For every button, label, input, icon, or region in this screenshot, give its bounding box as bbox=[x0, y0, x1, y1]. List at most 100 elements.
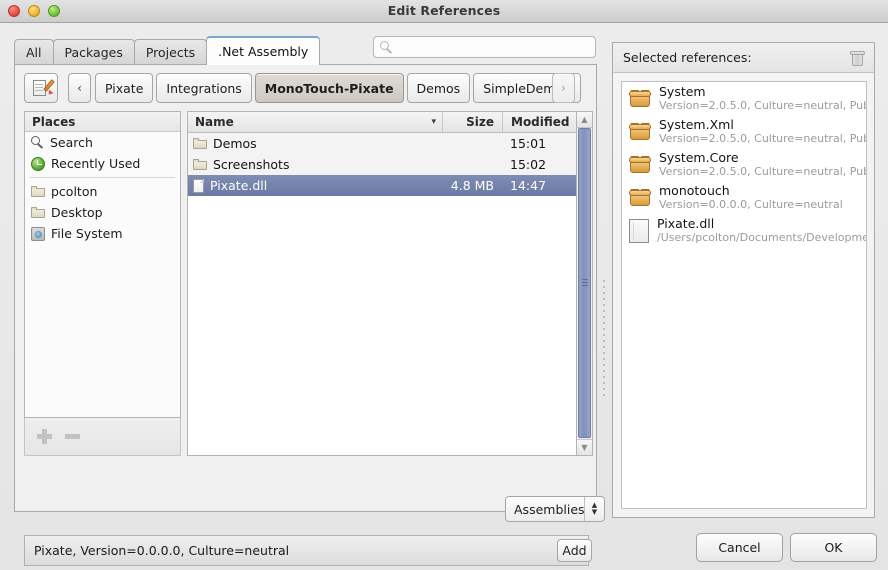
file-modified: 15:02 bbox=[510, 157, 547, 172]
file-type-filter-value: Assemblies bbox=[514, 501, 585, 517]
column-header-modified[interactable]: Modified bbox=[502, 112, 576, 132]
table-row[interactable]: Pixate.dll 4.8 MB 14:47 bbox=[188, 175, 576, 196]
selected-references-list: System Version=2.0.5.0, Culture=neutral,… bbox=[621, 81, 867, 509]
file-name: Pixate.dll bbox=[210, 178, 268, 193]
places-item-search[interactable]: Search bbox=[25, 132, 180, 153]
places-item-label: Desktop bbox=[51, 205, 103, 220]
breadcrumb-bar: ‹ Pixate Integrations MonoTouch-Pixate D… bbox=[15, 65, 596, 111]
add-place-button[interactable] bbox=[37, 429, 52, 444]
pencil-edit-icon bbox=[32, 79, 55, 97]
selected-references-header: Selected references: bbox=[613, 43, 874, 73]
breadcrumb-item-integrations[interactable]: Integrations bbox=[156, 73, 252, 103]
scroll-up-icon[interactable]: ▲ bbox=[577, 112, 592, 128]
chevron-updown-icon: ▲ ▼ bbox=[584, 497, 604, 521]
table-row[interactable]: Screenshots 15:02 bbox=[188, 154, 576, 175]
reference-name: System.Core bbox=[659, 151, 739, 165]
list-item[interactable]: monotouch Version=0.0.0.0, Culture=neutr… bbox=[622, 181, 866, 214]
remove-place-button[interactable] bbox=[65, 434, 80, 439]
search-field[interactable] bbox=[373, 36, 596, 58]
ok-button[interactable]: OK bbox=[790, 533, 877, 562]
column-header-name[interactable]: Name ▾ bbox=[188, 112, 442, 132]
places-divider bbox=[30, 177, 175, 178]
file-list-scrollbar[interactable]: ▲ ▼ bbox=[577, 111, 593, 456]
breadcrumb-prev-button[interactable]: ‹ bbox=[68, 73, 91, 103]
folder-icon bbox=[193, 138, 207, 149]
package-icon bbox=[628, 90, 652, 107]
reference-name: System.Xml bbox=[659, 118, 734, 132]
file-list: Name ▾ Size Modified Demos 15:01 Screens… bbox=[187, 111, 577, 456]
search-icon bbox=[380, 40, 393, 54]
add-button[interactable]: Add bbox=[557, 539, 592, 562]
window-title: Edit References bbox=[387, 3, 501, 18]
search-input[interactable] bbox=[398, 39, 592, 55]
places-item-label: Recently Used bbox=[51, 156, 141, 171]
reference-name: System bbox=[659, 85, 706, 99]
file-list-header: Name ▾ Size Modified bbox=[188, 112, 576, 133]
file-name: Demos bbox=[213, 136, 257, 151]
breadcrumb-next-button[interactable]: › bbox=[552, 73, 575, 103]
folder-icon bbox=[193, 159, 207, 170]
reference-name: Pixate.dll bbox=[657, 217, 715, 231]
list-item[interactable]: System.Core Version=2.0.5.0, Culture=neu… bbox=[622, 148, 866, 181]
status-text: Pixate, Version=0.0.0.0, Culture=neutral bbox=[34, 543, 290, 558]
file-size: 4.8 MB bbox=[450, 178, 494, 193]
package-icon bbox=[628, 156, 652, 173]
file-icon bbox=[629, 218, 649, 243]
file-icon bbox=[193, 178, 204, 193]
status-bar: Pixate, Version=0.0.0.0, Culture=neutral bbox=[24, 535, 589, 566]
places-footer bbox=[24, 418, 181, 456]
breadcrumb: Pixate Integrations MonoTouch-Pixate Dem… bbox=[95, 73, 584, 103]
reference-detail: Version=2.0.5.0, Culture=neutral, Public… bbox=[659, 99, 866, 112]
breadcrumb-item-monotouch-pixate[interactable]: MonoTouch-Pixate bbox=[254, 73, 404, 103]
package-icon bbox=[628, 123, 652, 140]
file-browser-panel: ‹ Pixate Integrations MonoTouch-Pixate D… bbox=[14, 64, 605, 566]
breadcrumb-item-pixate[interactable]: Pixate bbox=[95, 73, 154, 103]
cancel-button[interactable]: Cancel bbox=[696, 533, 783, 562]
tab-projects[interactable]: Projects bbox=[133, 39, 208, 65]
reference-detail: Version=2.0.5.0, Culture=neutral, Public… bbox=[659, 165, 866, 178]
places-item-label: File System bbox=[51, 226, 123, 241]
file-type-filter-select[interactable]: Assemblies ▲ ▼ bbox=[505, 496, 605, 522]
file-name: Screenshots bbox=[213, 157, 290, 172]
table-row[interactable]: Demos 15:01 bbox=[188, 133, 576, 154]
scrollbar-grip bbox=[582, 279, 588, 288]
places-item-file-system[interactable]: File System bbox=[25, 223, 180, 244]
column-header-size[interactable]: Size bbox=[442, 112, 502, 132]
list-item[interactable]: System Version=2.0.5.0, Culture=neutral,… bbox=[622, 82, 866, 115]
package-icon bbox=[628, 189, 652, 206]
list-item[interactable]: System.Xml Version=2.0.5.0, Culture=neut… bbox=[622, 115, 866, 148]
tab-net-assembly[interactable]: .Net Assembly bbox=[206, 36, 321, 65]
reference-detail: /Users/pcolton/Documents/Development... bbox=[657, 231, 866, 244]
reference-detail: Version=2.0.5.0, Culture=neutral, Public… bbox=[659, 132, 866, 145]
recent-clock-icon bbox=[31, 156, 45, 171]
places-item-label: pcolton bbox=[51, 184, 98, 199]
tab-all[interactable]: All bbox=[14, 39, 54, 65]
places-item-desktop[interactable]: Desktop bbox=[25, 202, 180, 223]
places-item-label: Search bbox=[50, 135, 93, 150]
file-modified: 14:47 bbox=[510, 178, 547, 193]
tab-bar: All Packages Projects .Net Assembly bbox=[14, 36, 321, 65]
window-titlebar: Edit References bbox=[0, 0, 888, 23]
places-header: Places bbox=[25, 112, 180, 132]
disk-icon bbox=[31, 226, 45, 241]
chevron-down-icon: ▾ bbox=[431, 117, 436, 127]
trash-icon[interactable] bbox=[850, 50, 865, 66]
selected-references-panel: Selected references: System Version=2.0.… bbox=[612, 42, 875, 518]
folder-icon bbox=[31, 207, 45, 218]
scrollbar-thumb[interactable] bbox=[578, 128, 591, 438]
places-panel: Places Search Recently Used pcolton Desk… bbox=[24, 111, 181, 418]
places-item-recently-used[interactable]: Recently Used bbox=[25, 153, 180, 174]
scroll-down-icon[interactable]: ▼ bbox=[577, 439, 592, 455]
breadcrumb-item-demos[interactable]: Demos bbox=[406, 73, 471, 103]
search-icon bbox=[31, 136, 44, 149]
edit-references-dialog: Edit References All Packages Projects .N… bbox=[0, 0, 888, 570]
list-item[interactable]: Pixate.dll /Users/pcolton/Documents/Deve… bbox=[622, 214, 866, 247]
file-modified: 15:01 bbox=[510, 136, 547, 151]
tab-packages[interactable]: Packages bbox=[52, 39, 135, 65]
reference-detail: Version=0.0.0.0, Culture=neutral bbox=[659, 198, 843, 211]
edit-location-button[interactable] bbox=[24, 73, 58, 103]
folder-icon bbox=[31, 186, 45, 197]
places-item-pcolton[interactable]: pcolton bbox=[25, 181, 180, 202]
panel-splitter[interactable] bbox=[602, 278, 608, 396]
reference-name: monotouch bbox=[659, 184, 730, 198]
